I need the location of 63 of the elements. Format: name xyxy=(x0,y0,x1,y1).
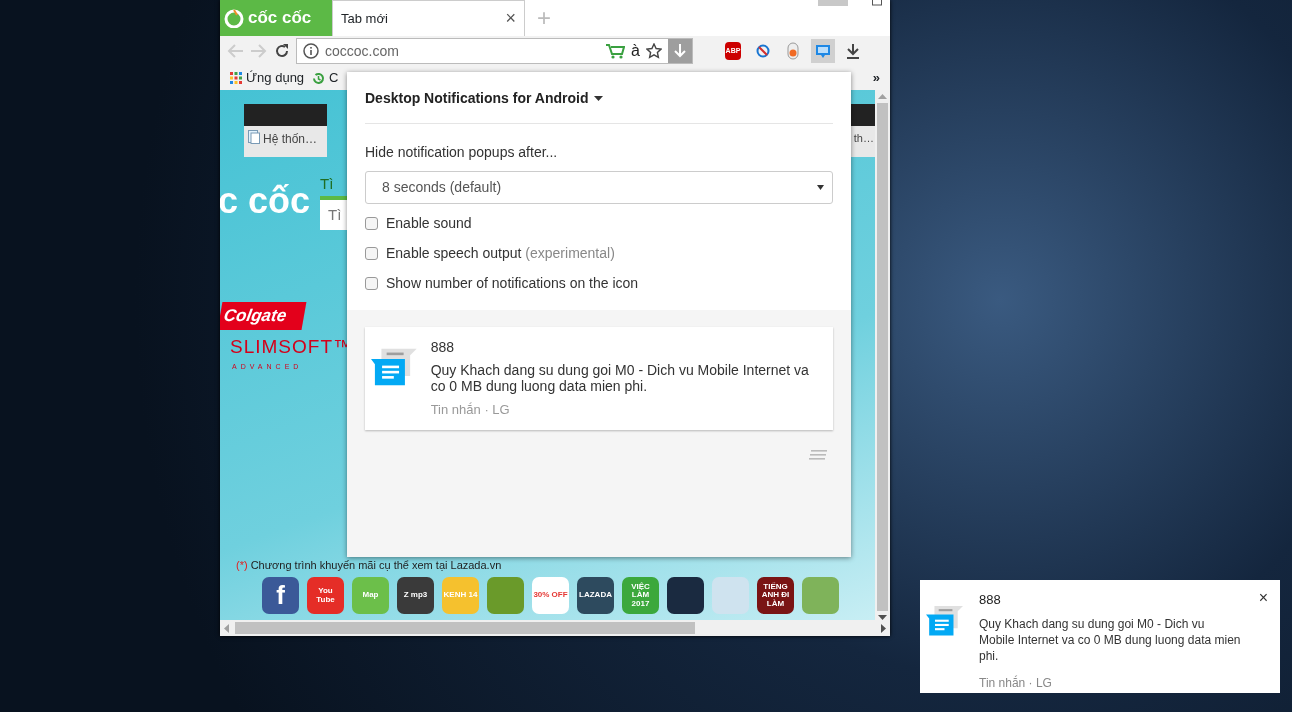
logo-text: cốc cốc xyxy=(248,7,312,30)
app-shortcut[interactable]: Z mp3 xyxy=(397,577,434,614)
ad-product-name: SLIMSOFT™ xyxy=(230,335,353,359)
more-bookmarks-button[interactable]: » xyxy=(872,68,880,88)
notification-body: Quy Khach dang su dung goi M0 - Dich vu Mobile Internet va co 0 MB dung luong data mien phi. xyxy=(430,362,810,395)
scroll-right-icon[interactable] xyxy=(881,623,886,633)
notification-source: Tin nhắn · LG xyxy=(979,674,1053,693)
checkbox-label[interactable]: Enable speech output (experimental) xyxy=(386,243,615,264)
checkbox[interactable] xyxy=(365,247,378,260)
blocked-icon xyxy=(756,44,770,58)
download-icon xyxy=(846,43,860,59)
browser-tab[interactable]: Tab mới × xyxy=(332,0,525,36)
address-text: coccoc.com xyxy=(325,41,400,61)
scroll-left-icon[interactable] xyxy=(224,623,229,633)
pill-icon xyxy=(787,42,799,60)
notification-card[interactable]: 888 Quy Khach dang su dung goi M0 - Dich vu Mobile Internet va co 0 MB dung luong data mien phi. Tin nhắn · LG xyxy=(365,327,833,430)
clear-all-icon[interactable] xyxy=(809,449,827,460)
address-bar[interactable]: coccoc.com à xyxy=(296,38,693,64)
checkbox[interactable] xyxy=(365,217,378,230)
checkbox-label[interactable]: Show number of notifications on the icon xyxy=(386,273,639,294)
app-shortcut[interactable]: TIẾNG ANH ĐI LÀM xyxy=(757,577,794,614)
bookmark-link[interactable]: C xyxy=(312,68,339,88)
notification-toast[interactable]: 888 Quy Khach dang su dung goi M0 - Dich vu Mobile Internet va co 0 MB dung luong data mien phi. Tin nhắn · LG × xyxy=(920,580,1280,693)
checkbox[interactable] xyxy=(365,277,378,290)
tab-close-button[interactable]: × xyxy=(505,5,516,32)
bookmark-link[interactable]: Ứng dụng xyxy=(230,68,305,88)
history-icon xyxy=(312,71,326,85)
horizontal-scrollbar[interactable] xyxy=(220,620,890,636)
app-shortcut[interactable]: You Tube xyxy=(307,577,344,614)
maximize-icon[interactable] xyxy=(872,0,882,6)
transliteration-button[interactable]: à xyxy=(631,39,640,63)
field-label: Hide notification popups after... xyxy=(365,143,559,162)
chat-bubble-icon xyxy=(815,43,831,59)
app-shortcut[interactable] xyxy=(667,577,704,614)
back-icon[interactable] xyxy=(226,43,244,59)
tab-title: Tab mới xyxy=(341,9,388,28)
close-button[interactable]: × xyxy=(1258,590,1268,606)
scroll-up-icon[interactable] xyxy=(878,94,887,99)
info-icon xyxy=(303,43,319,59)
caret-icon xyxy=(594,96,604,101)
star-icon[interactable] xyxy=(646,43,662,59)
ad-brand-logo: Colgate xyxy=(220,301,307,329)
promo-note: (*) Chương trình khuyến mãi cụ thể xem tại Lazada.vn xyxy=(236,557,503,573)
app-shortcut[interactable]: f xyxy=(262,577,299,614)
arrow-down-icon xyxy=(674,44,686,58)
notification-body: Quy Khach dang su dung goi M0 - Dich vu Mobile Internet va co 0 MB dung luong data mien phi. xyxy=(979,615,1242,665)
page-logo: c cốc xyxy=(220,179,311,224)
document-icon xyxy=(248,130,260,144)
apps-grid-icon xyxy=(230,72,242,84)
app-shortcut[interactable]: 30% OFF xyxy=(532,577,569,614)
notification-source: Tin nhắn · LG xyxy=(430,401,511,420)
checkbox-label[interactable]: Enable sound xyxy=(386,213,472,234)
reload-icon[interactable] xyxy=(274,43,290,59)
notification-title: 888 xyxy=(979,591,1002,609)
caret-icon xyxy=(817,185,824,190)
download-button[interactable] xyxy=(668,39,692,63)
app-shortcut[interactable]: LAZADA xyxy=(577,577,614,614)
forward-icon[interactable] xyxy=(250,43,268,59)
duration-dropdown[interactable]: 8 seconds (default) xyxy=(365,171,833,204)
popup-title-menu[interactable]: Desktop Notifications for Android xyxy=(365,88,833,124)
cart-icon[interactable] xyxy=(605,43,626,59)
site-thumbnail[interactable]: Hệ thốn… xyxy=(244,104,327,157)
notification-title: 888 xyxy=(430,338,455,357)
